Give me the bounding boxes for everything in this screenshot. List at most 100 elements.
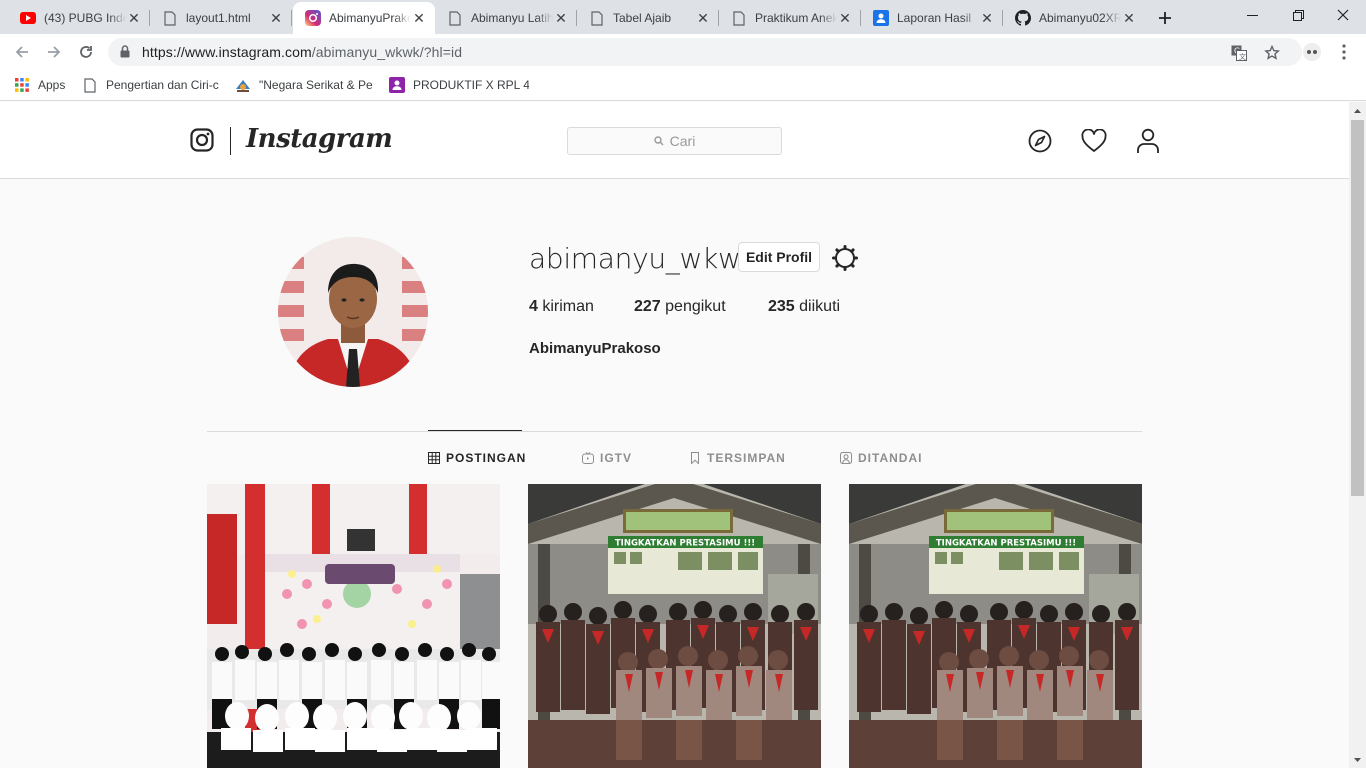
close-icon: [1337, 9, 1349, 21]
address-bar[interactable]: https://www.instagram.com/abimanyu_wkwk/…: [108, 38, 1302, 66]
tab-instagram[interactable]: AbimanyuPrakoso ✕: [293, 2, 435, 34]
tab-title: Praktikum Aneka: [755, 11, 837, 25]
post-thumbnail[interactable]: TINGKATKAN PRESTASIMU !!!: [849, 484, 1142, 768]
grid-icon: [428, 452, 440, 464]
tabs-divider: [207, 431, 1142, 432]
activity-heart-icon[interactable]: [1081, 128, 1107, 154]
restore-icon: [1292, 9, 1304, 21]
active-tab-indicator: [428, 430, 522, 431]
lock-icon: [120, 45, 130, 63]
bookmark-produktif[interactable]: PRODUKTIF X RPL 4 -: [389, 76, 529, 94]
settings-gear-icon[interactable]: [831, 244, 859, 272]
apps-grid-icon: [14, 77, 30, 93]
translate-icon[interactable]: G文: [1231, 45, 1247, 61]
posts-count: 4: [529, 298, 538, 315]
posts-count-stat: 4 kiriman: [529, 298, 594, 316]
bookmark-label: "Negara Serikat & Pe: [259, 78, 373, 92]
banner-text: TINGKATKAN PRESTASIMU !!!: [615, 539, 755, 549]
more-vertical-icon: [1342, 44, 1346, 60]
instagram-camera-icon[interactable]: [190, 128, 214, 157]
post-thumbnail[interactable]: TINGKATKAN PRESTASIMU !!!: [528, 484, 821, 768]
followers-label: pengikut: [665, 298, 726, 315]
arrow-right-icon: [48, 46, 61, 58]
globe-icon: [235, 77, 251, 93]
page-scrollbar[interactable]: [1349, 102, 1366, 768]
tab-postingan[interactable]: POSTINGAN: [428, 451, 526, 465]
bookmark-pengertian[interactable]: Pengertian dan Ciri-c: [82, 76, 222, 94]
close-tab-icon[interactable]: ✕: [553, 10, 569, 26]
bookmarks-bar: Apps Pengertian dan Ciri-c "Negara Serik…: [0, 70, 1366, 101]
arrow-left-icon: [15, 46, 28, 58]
search-input[interactable]: Cari: [567, 127, 782, 155]
minimize-button[interactable]: [1229, 0, 1275, 30]
tab-github[interactable]: Abimanyu02XRPL ✕: [1003, 2, 1145, 34]
menu-button[interactable]: [1330, 38, 1358, 66]
bookmark-label: PRODUKTIF X RPL 4 -: [413, 78, 529, 92]
explore-compass-icon[interactable]: [1027, 128, 1053, 154]
back-button[interactable]: [8, 38, 36, 66]
close-tab-icon[interactable]: ✕: [126, 10, 142, 26]
banner-text: TINGKATKAN PRESTASIMU !!!: [936, 539, 1076, 549]
profile-full-name: AbimanyuPrakoso: [529, 340, 661, 357]
reload-button[interactable]: [72, 38, 100, 66]
scrollbar-thumb[interactable]: [1351, 120, 1364, 496]
followers-count: 227: [634, 298, 661, 315]
scroll-up-arrow-icon[interactable]: [1349, 102, 1366, 119]
profile-user-icon[interactable]: [1135, 128, 1161, 154]
tab-title: Laporan Hasil: [897, 11, 972, 25]
instagram-header: Instagram Cari: [0, 102, 1349, 179]
tab-title: layout1.html: [186, 11, 251, 25]
followers-count-stat[interactable]: 227 pengikut: [634, 298, 726, 316]
bookmark-negara-serikat[interactable]: "Negara Serikat & Pe: [235, 76, 375, 94]
following-count-stat[interactable]: 235 diikuti: [768, 298, 840, 316]
page-icon: [162, 10, 178, 26]
tab-ditandai[interactable]: DITANDAI: [840, 451, 922, 465]
close-tab-icon[interactable]: ✕: [695, 10, 711, 26]
browser-toolbar: https://www.instagram.com/abimanyu_wkwk/…: [0, 34, 1366, 70]
tab-igtv[interactable]: IGTV: [582, 451, 632, 465]
page-icon: [82, 77, 98, 93]
classroom-icon: [389, 77, 405, 93]
header-divider: [230, 127, 231, 155]
star-icon[interactable]: [1264, 45, 1280, 61]
tab-pubg[interactable]: (43) PUBG Indo ✕: [8, 2, 150, 34]
edit-profile-button[interactable]: Edit Profil: [738, 242, 820, 272]
igtv-icon: [582, 452, 594, 464]
close-tab-icon[interactable]: ✕: [268, 10, 284, 26]
plus-icon: [1159, 12, 1171, 24]
tab-tersimpan[interactable]: TERSIMPAN: [689, 451, 786, 465]
scroll-down-arrow-icon[interactable]: [1349, 751, 1366, 768]
bookmark-label: Pengertian dan Ciri-c: [106, 78, 219, 92]
search-placeholder: Cari: [669, 133, 696, 149]
svg-text:文: 文: [1239, 52, 1246, 61]
url-text: https://www.instagram.com/abimanyu_wkwk/…: [142, 44, 462, 60]
youtube-icon: [20, 10, 36, 26]
close-tab-icon[interactable]: ✕: [1121, 10, 1137, 26]
close-window-button[interactable]: [1320, 0, 1366, 30]
forward-button[interactable]: [40, 38, 68, 66]
instagram-wordmark[interactable]: Instagram: [246, 124, 393, 154]
bookmark-apps[interactable]: Apps: [14, 76, 65, 94]
tab-title: AbimanyuPrakoso: [329, 11, 411, 25]
close-tab-icon[interactable]: ✕: [411, 10, 427, 26]
post-thumbnail[interactable]: [207, 484, 500, 768]
tab-praktikum[interactable]: Praktikum Aneka ✕: [719, 2, 861, 34]
profile-username: abimanyu_wkwk: [529, 242, 757, 275]
tab-layout1[interactable]: layout1.html ✕: [150, 2, 292, 34]
restore-button[interactable]: [1275, 0, 1321, 30]
github-icon: [1015, 10, 1031, 26]
close-tab-icon[interactable]: ✕: [979, 10, 995, 26]
profile-avatar[interactable]: [278, 237, 428, 387]
profile-avatar-button[interactable]: [1298, 38, 1326, 66]
tab-title: (43) PUBG Indo: [44, 11, 126, 25]
close-tab-icon[interactable]: ✕: [837, 10, 853, 26]
tab-tabel-ajaib[interactable]: Tabel Ajaib ✕: [577, 2, 719, 34]
post-image: TINGKATKAN PRESTASIMU !!!: [849, 484, 1142, 768]
tab-laporan[interactable]: Laporan Hasil ✕: [861, 2, 1003, 34]
tab-abimanyu-latihan[interactable]: Abimanyu Latihan ✕: [435, 2, 577, 34]
new-tab-button[interactable]: [1152, 5, 1178, 31]
tab-label: DITANDAI: [858, 451, 923, 465]
bookmark-label: Apps: [38, 78, 66, 92]
tab-title: Abimanyu Latihan: [471, 11, 553, 25]
reload-icon: [80, 46, 92, 58]
